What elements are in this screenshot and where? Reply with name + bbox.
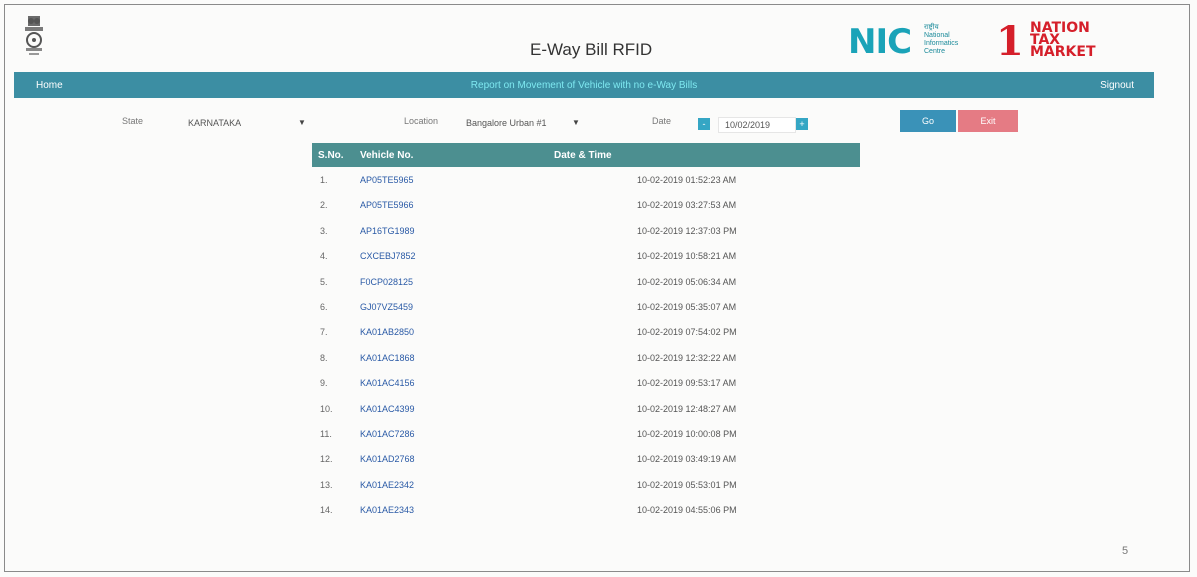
- row-datetime: 10-02-2019 03:49:19 AM: [637, 454, 737, 465]
- row-serial: 10.: [320, 403, 333, 414]
- row-serial: 4.: [320, 251, 328, 262]
- nic-logo: NIC राष्ट्रीय National Informatics Centr…: [848, 18, 958, 62]
- vehicle-number-link[interactable]: KA01AC1868: [360, 353, 415, 363]
- row-serial: 5.: [320, 276, 328, 287]
- go-button[interactable]: Go: [900, 110, 956, 132]
- signout-link[interactable]: Signout: [1100, 80, 1134, 91]
- table-row: 4. CXCEBJ7852 10-02-2019 10:58:21 AM: [312, 243, 860, 268]
- table-row: 11. KA01AC7286 10-02-2019 10:00:08 PM: [312, 421, 860, 446]
- table-row: 9. KA01AC4156 10-02-2019 09:53:17 AM: [312, 370, 860, 395]
- vehicle-number-link[interactable]: AP16TG1989: [360, 226, 415, 236]
- state-select[interactable]: KARNATAKA: [188, 118, 241, 128]
- row-datetime: 10-02-2019 12:32:22 AM: [637, 352, 737, 363]
- nic-subtext-line: Centre: [924, 48, 946, 55]
- column-header-vehicle: Vehicle No.: [360, 150, 414, 161]
- vehicle-table: S.No. Vehicle No. Date & Time 1. AP05TE59…: [312, 143, 860, 522]
- row-datetime: 10-02-2019 07:54:02 PM: [637, 327, 737, 338]
- row-datetime: 10-02-2019 05:35:07 AM: [637, 301, 737, 312]
- row-serial: 11.: [320, 428, 332, 439]
- caret-down-icon[interactable]: ▼: [298, 118, 306, 127]
- exit-button[interactable]: Exit: [958, 110, 1018, 132]
- row-serial: 1.: [320, 175, 328, 185]
- row-datetime: 10-02-2019 05:53:01 PM: [637, 479, 737, 490]
- vehicle-number-link[interactable]: KA01AC4399: [360, 404, 415, 414]
- vehicle-number-link[interactable]: CXCEBJ7852: [360, 251, 416, 261]
- row-datetime: 10-02-2019 03:27:53 AM: [637, 200, 737, 211]
- row-datetime: 10-02-2019 12:48:27 AM: [637, 403, 737, 414]
- vehicle-number-link[interactable]: KA01AE2342: [360, 480, 414, 490]
- row-serial: 6.: [320, 301, 328, 312]
- row-datetime: 10-02-2019 10:00:08 PM: [637, 428, 737, 439]
- vehicle-number-link[interactable]: AP05TE5966: [360, 200, 414, 210]
- ntm-word: MARKET: [1030, 44, 1096, 60]
- row-serial: 12.: [320, 454, 333, 465]
- table-row: 2. AP05TE5966 10-02-2019 03:27:53 AM: [312, 192, 860, 217]
- report-title: Report on Movement of Vehicle with no e-…: [470, 80, 698, 91]
- caret-down-icon[interactable]: ▼: [572, 118, 580, 127]
- nation-tax-market-logo: 1 NATION TAX MARKET: [996, 18, 1136, 65]
- vehicle-number-link[interactable]: KA01AC7286: [360, 429, 415, 439]
- row-serial: 13.: [320, 479, 333, 490]
- row-serial: 8.: [320, 352, 328, 363]
- national-emblem-icon: [25, 16, 43, 55]
- table-row: 1. AP05TE5965 10-02-2019 01:52:23 AM: [312, 167, 860, 192]
- table-row: 7. KA01AB2850 10-02-2019 07:54:02 PM: [312, 319, 860, 344]
- vehicle-number-link[interactable]: GJ07VZ5459: [360, 302, 413, 312]
- table-row: 12. KA01AD2768 10-02-2019 03:49:19 AM: [312, 446, 860, 471]
- state-label: State: [122, 116, 144, 126]
- row-datetime: 10-02-2019 05:06:34 AM: [637, 276, 737, 287]
- nic-subtext-line: राष्ट्रीय: [924, 24, 939, 31]
- vehicle-number-link[interactable]: KA01AD2768: [360, 454, 415, 464]
- ntm-logo-mark: 1: [996, 18, 1024, 65]
- date-input[interactable]: 10/02/2019: [718, 117, 796, 133]
- date-label: Date: [652, 116, 672, 126]
- row-serial: 2.: [320, 200, 328, 211]
- app-header: E-Way Bill RFID NIC राष्ट्रीय National I…: [10, 10, 1190, 70]
- vehicle-number-link[interactable]: KA01AC4156: [360, 378, 415, 388]
- row-serial: 3.: [320, 225, 328, 236]
- row-datetime: 10-02-2019 10:58:21 AM: [637, 251, 737, 262]
- column-header-sno: S.No.: [318, 150, 344, 161]
- row-serial: 14.: [320, 505, 333, 516]
- table-header: S.No. Vehicle No. Date & Time: [312, 143, 860, 167]
- nic-logo-subtext: राष्ट्रीय National Informatics Centre: [924, 24, 958, 56]
- table-row: 5. F0CP028125 10-02-2019 05:06:34 AM: [312, 269, 860, 294]
- table-row: 6. GJ07VZ5459 10-02-2019 05:35:07 AM: [312, 294, 860, 319]
- page-number: 5: [1122, 545, 1129, 557]
- row-datetime: 10-02-2019 01:52:23 AM: [637, 175, 737, 185]
- location-label: Location: [404, 116, 439, 126]
- row-serial: 9.: [320, 378, 328, 389]
- table-row: 8. KA01AC1868 10-02-2019 12:32:22 AM: [312, 345, 860, 370]
- row-datetime: 10-02-2019 12:37:03 PM: [637, 225, 737, 236]
- date-next-button[interactable]: +: [796, 118, 808, 130]
- nic-logo-text: NIC: [848, 22, 912, 62]
- nic-subtext-line: National: [924, 32, 950, 39]
- vehicle-number-link[interactable]: F0CP028125: [360, 277, 413, 287]
- row-datetime: 10-02-2019 09:53:17 AM: [637, 378, 737, 389]
- table-row: 13. KA01AE2342 10-02-2019 05:53:01 PM: [312, 472, 860, 497]
- nav-bar: Home Report on Movement of Vehicle with …: [14, 72, 1154, 98]
- row-serial: 7.: [320, 327, 328, 338]
- location-select[interactable]: Bangalore Urban #1: [466, 118, 547, 128]
- date-prev-button[interactable]: -: [698, 118, 710, 130]
- row-datetime: 10-02-2019 04:55:06 PM: [637, 505, 737, 516]
- vehicle-number-link[interactable]: AP05TE5965: [360, 175, 414, 185]
- column-header-datetime: Date & Time: [554, 150, 612, 161]
- vehicle-number-link[interactable]: KA01AB2850: [360, 327, 414, 337]
- table-row: 14. KA01AE2343 10-02-2019 04:55:06 PM: [312, 497, 860, 522]
- table-row: 3. AP16TG1989 10-02-2019 12:37:03 PM: [312, 218, 860, 243]
- vehicle-number-link[interactable]: KA01AE2343: [360, 505, 414, 515]
- nic-subtext-line: Informatics: [924, 40, 959, 47]
- page-title: E-Way Bill RFID: [530, 40, 653, 59]
- table-body: 1. AP05TE5965 10-02-2019 01:52:23 AM 2. AP05…: [312, 167, 860, 522]
- ntm-logo-text: NATION TAX MARKET: [1030, 21, 1096, 60]
- table-row: 10. KA01AC4399 10-02-2019 12:48:27 AM: [312, 396, 860, 421]
